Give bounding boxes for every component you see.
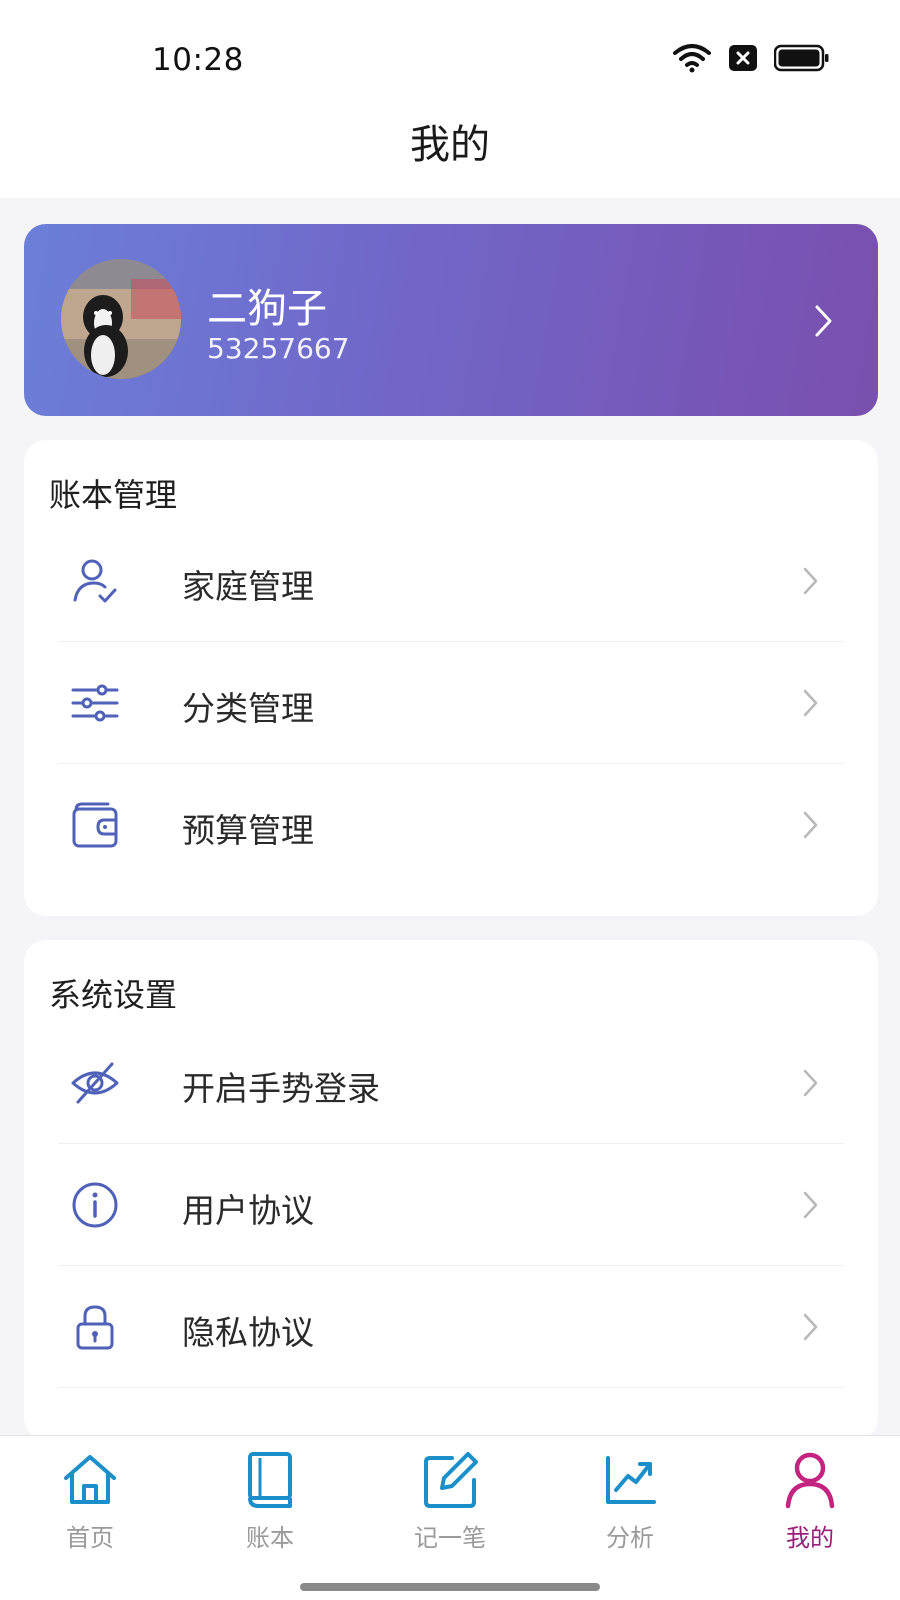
dog-avatar-photo bbox=[61, 259, 181, 379]
chevron-right-icon bbox=[814, 304, 834, 342]
profile-name: 二狗子 bbox=[207, 286, 327, 332]
wifi-icon bbox=[672, 42, 712, 78]
menu-item-category[interactable]: 分类管理 bbox=[58, 642, 844, 764]
menu-item-label: 分类管理 bbox=[182, 689, 314, 728]
section-title: 账本管理 bbox=[49, 476, 178, 514]
info-icon bbox=[70, 1180, 120, 1230]
menu-item-privacy-agreement[interactable]: 隐私协议 bbox=[58, 1266, 844, 1388]
avatar bbox=[61, 259, 181, 379]
tab-bar: 首页 账本 记一笔 分析 我的 bbox=[0, 1435, 900, 1600]
status-time: 10:28 bbox=[152, 42, 244, 78]
home-indicator bbox=[300, 1583, 600, 1591]
nav-bar: 我的 bbox=[0, 110, 900, 198]
tab-add-record[interactable]: 记一笔 bbox=[360, 1436, 540, 1566]
notification-x-icon bbox=[728, 44, 758, 76]
wallet-icon bbox=[70, 800, 120, 850]
section-title: 系统设置 bbox=[49, 976, 178, 1014]
menu-item-user-agreement[interactable]: 用户协议 bbox=[58, 1144, 844, 1266]
sliders-icon bbox=[70, 678, 120, 728]
user-check-icon bbox=[70, 556, 120, 606]
status-bar: 10:28 bbox=[0, 0, 900, 110]
menu-item-gesture-login[interactable]: 开启手势登录 bbox=[58, 1022, 844, 1144]
chevron-right-icon bbox=[802, 1190, 820, 1224]
battery-icon bbox=[773, 44, 830, 76]
home-icon bbox=[60, 1450, 120, 1510]
page-title: 我的 bbox=[410, 122, 490, 168]
chevron-right-icon bbox=[802, 810, 820, 844]
tab-label: 我的 bbox=[786, 1524, 834, 1552]
menu-item-label: 用户协议 bbox=[182, 1191, 314, 1230]
menu-item-label: 家庭管理 bbox=[182, 567, 314, 606]
trend-icon bbox=[600, 1450, 660, 1510]
tab-label: 首页 bbox=[66, 1524, 114, 1552]
menu-item-label: 预算管理 bbox=[182, 811, 314, 850]
tab-mine[interactable]: 我的 bbox=[720, 1436, 900, 1566]
edit-icon bbox=[420, 1450, 480, 1510]
profile-card[interactable]: 二狗子 53257667 bbox=[24, 224, 878, 416]
book-icon bbox=[240, 1450, 300, 1510]
lock-icon bbox=[70, 1302, 120, 1352]
menu-item-label: 隐私协议 bbox=[182, 1313, 314, 1352]
chevron-right-icon bbox=[802, 566, 820, 600]
eye-off-icon bbox=[70, 1058, 120, 1108]
chevron-right-icon bbox=[802, 1312, 820, 1346]
system-settings-section: 系统设置 开启手势登录 用户协议 隐私协议 bbox=[24, 940, 878, 1440]
ledger-management-section: 账本管理 家庭管理 分类管理 预算管理 bbox=[24, 440, 878, 916]
tab-label: 记一笔 bbox=[414, 1524, 486, 1552]
menu-item-budget[interactable]: 预算管理 bbox=[58, 764, 844, 886]
tab-home[interactable]: 首页 bbox=[0, 1436, 180, 1566]
user-icon bbox=[780, 1450, 840, 1510]
chevron-right-icon bbox=[802, 1068, 820, 1102]
status-icons bbox=[672, 42, 830, 78]
tab-label: 账本 bbox=[246, 1524, 294, 1552]
tab-analysis[interactable]: 分析 bbox=[540, 1436, 720, 1566]
chevron-right-icon bbox=[802, 688, 820, 722]
tab-ledger[interactable]: 账本 bbox=[180, 1436, 360, 1566]
tab-label: 分析 bbox=[606, 1524, 654, 1552]
divider bbox=[58, 1387, 844, 1388]
profile-id: 53257667 bbox=[207, 332, 350, 365]
menu-item-family[interactable]: 家庭管理 bbox=[58, 520, 844, 642]
menu-item-label: 开启手势登录 bbox=[182, 1069, 380, 1108]
